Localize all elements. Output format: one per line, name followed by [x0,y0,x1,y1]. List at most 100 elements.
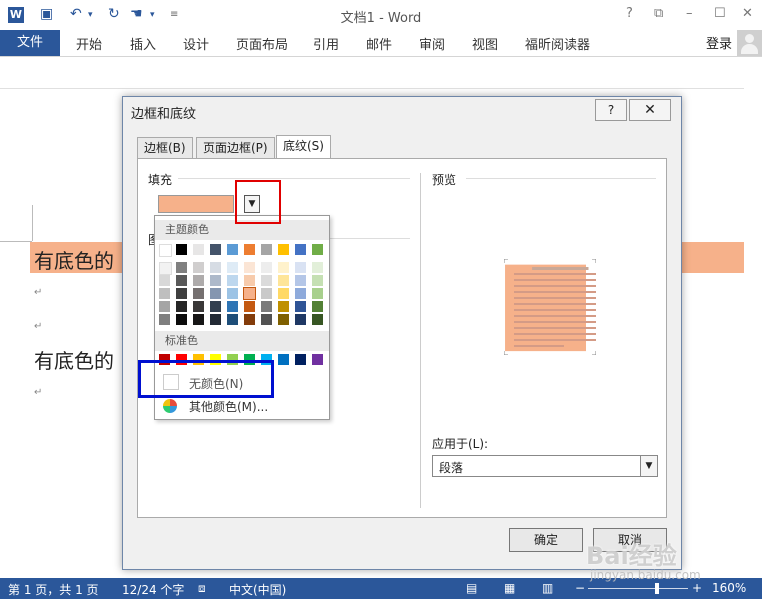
tab-references[interactable]: 引用 [313,34,339,53]
theme-shade-swatch[interactable] [210,288,221,299]
tab-insert[interactable]: 插入 [130,34,156,53]
theme-shade-swatch[interactable] [244,275,255,286]
theme-shade-swatch[interactable] [295,288,306,299]
theme-shade-swatch[interactable] [159,288,170,299]
more-colors-label: 其他颜色(M)... [189,400,269,414]
theme-shade-swatch[interactable] [193,262,204,273]
standard-color-swatch[interactable] [295,354,306,365]
theme-shade-swatch[interactable] [312,314,323,325]
theme-shade-swatch[interactable] [227,314,238,325]
theme-shade-swatch[interactable] [295,301,306,312]
avatar[interactable] [737,30,762,56]
web-layout-icon[interactable]: ▥ [542,581,553,595]
theme-shade-swatch[interactable] [278,275,289,286]
fill-color-swatch[interactable] [158,195,234,213]
theme-shade-swatch[interactable] [278,301,289,312]
theme-shade-swatch[interactable] [159,262,172,275]
theme-shade-swatch[interactable] [210,275,221,286]
maximize-icon[interactable]: ☐ [714,6,726,21]
theme-shade-swatch[interactable] [261,314,272,325]
theme-shade-swatch[interactable] [176,262,187,273]
watermark-site: jingyan.baidu.com [590,568,701,582]
theme-shade-swatch[interactable] [312,262,323,273]
ribbon-display-icon[interactable]: ⧉ [654,6,663,21]
theme-shade-swatch[interactable] [176,275,187,286]
tab-shading[interactable]: 底纹(S) [276,135,331,159]
word-count[interactable]: 12/24 个字 [122,581,184,598]
language-indicator[interactable]: 中文(中国) [229,581,286,598]
theme-shade-swatch[interactable] [159,314,170,325]
tab-home[interactable]: 开始 [76,34,102,53]
theme-shade-swatch[interactable] [176,288,187,299]
tab-file[interactable]: 文件 [0,30,60,56]
theme-color-swatch[interactable] [278,244,289,255]
tab-layout[interactable]: 页面布局 [236,34,288,53]
theme-shade-swatch[interactable] [261,275,272,286]
tab-view[interactable]: 视图 [472,34,498,53]
tab-borders[interactable]: 边框(B) [137,137,193,158]
theme-shade-swatch[interactable] [243,287,256,300]
theme-shade-swatch[interactable] [261,262,272,273]
minimize-button[interactable]: – [686,6,693,21]
theme-shade-swatch[interactable] [295,262,306,273]
theme-shade-swatch[interactable] [176,314,187,325]
zoom-slider[interactable] [588,588,688,589]
theme-shade-swatch[interactable] [227,275,238,286]
theme-color-swatch[interactable] [210,244,221,255]
theme-shade-swatch[interactable] [244,262,255,273]
standard-color-swatch[interactable] [312,354,323,365]
theme-shade-swatch[interactable] [278,314,289,325]
theme-shade-swatch[interactable] [193,275,204,286]
theme-shade-swatch[interactable] [312,301,323,312]
theme-shade-swatch[interactable] [244,314,255,325]
theme-shade-swatch[interactable] [176,301,187,312]
tab-review[interactable]: 审阅 [419,34,445,53]
tab-design[interactable]: 设计 [183,34,209,53]
login-link[interactable]: 登录 [706,33,732,52]
theme-shade-swatch[interactable] [193,288,204,299]
theme-shade-swatch[interactable] [261,301,272,312]
theme-shade-swatch[interactable] [159,275,170,286]
theme-color-swatch[interactable] [261,244,272,255]
theme-color-swatch[interactable] [193,244,204,255]
theme-shade-swatch[interactable] [244,301,255,312]
theme-color-swatch[interactable] [295,244,306,255]
apply-to-select[interactable]: 段落 ▼ [432,455,658,477]
theme-shade-swatch[interactable] [227,288,238,299]
theme-color-swatch[interactable] [312,244,323,255]
theme-shade-swatch[interactable] [227,262,238,273]
theme-shade-swatch[interactable] [295,275,306,286]
theme-shade-swatch[interactable] [159,301,170,312]
theme-shade-swatch[interactable] [261,288,272,299]
page-count[interactable]: 第 1 页，共 1 页 [8,581,99,598]
chevron-down-icon[interactable]: ▼ [640,456,657,476]
theme-shade-swatch[interactable] [278,262,289,273]
theme-color-swatch[interactable] [176,244,187,255]
proofing-icon[interactable]: ⧈ [198,581,206,596]
theme-shade-swatch[interactable] [210,314,221,325]
theme-shade-swatch[interactable] [278,288,289,299]
tab-foxit-reader[interactable]: 福昕阅读器 [525,34,590,53]
help-button[interactable]: ? [626,6,633,21]
tab-mailings[interactable]: 邮件 [366,34,392,53]
print-layout-icon[interactable]: ▦ [504,581,515,595]
theme-color-swatch[interactable] [244,244,255,255]
theme-shade-swatch[interactable] [193,301,204,312]
theme-color-swatch[interactable] [227,244,238,255]
close-window-icon[interactable]: ✕ [742,6,753,21]
standard-color-swatch[interactable] [278,354,289,365]
dialog-help-button[interactable]: ? [595,99,627,121]
ok-button[interactable]: 确定 [509,528,583,552]
theme-color-swatch[interactable] [159,244,172,257]
zoom-out-button[interactable]: − [575,581,585,595]
theme-shade-swatch[interactable] [227,301,238,312]
dialog-close-button[interactable]: ✕ [629,99,671,121]
read-mode-icon[interactable]: ▤ [466,581,477,595]
theme-shade-swatch[interactable] [295,314,306,325]
theme-shade-swatch[interactable] [210,262,221,273]
theme-shade-swatch[interactable] [312,288,323,299]
theme-shade-swatch[interactable] [193,314,204,325]
theme-shade-swatch[interactable] [210,301,221,312]
theme-shade-swatch[interactable] [312,275,323,286]
tab-page-border[interactable]: 页面边框(P) [196,137,275,158]
